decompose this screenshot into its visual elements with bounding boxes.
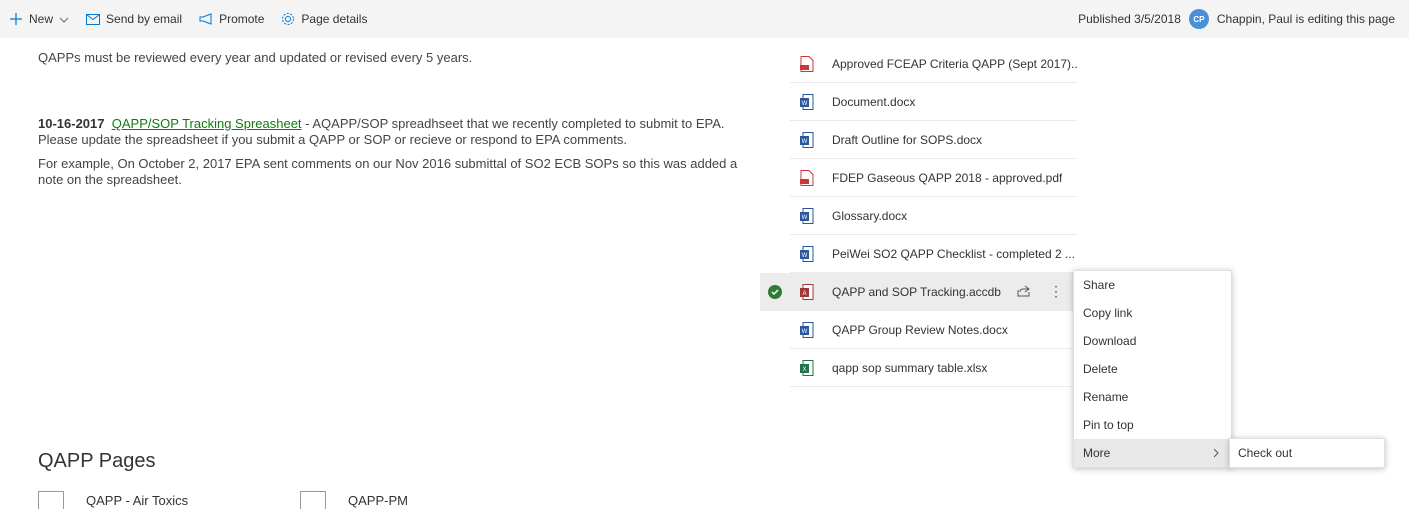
send-by-email-button[interactable]: Send by email <box>85 11 182 27</box>
editing-status: Chappin, Paul is editing this page <box>1216 12 1395 26</box>
example-paragraph: For example, On October 2, 2017 EPA sent… <box>38 156 738 187</box>
new-label: New <box>29 12 54 26</box>
file-row[interactable]: W Draft Outline for SOPS.docx <box>790 121 1077 159</box>
chevron-down-icon <box>59 12 69 26</box>
file-row[interactable]: W Glossary.docx <box>790 197 1077 235</box>
file-row-selected[interactable]: A QAPP and SOP Tracking.accdb ⋮ <box>760 273 1077 311</box>
svg-text:W: W <box>802 253 808 259</box>
svg-text:W: W <box>802 101 808 107</box>
file-name: Glossary.docx <box>832 208 908 223</box>
file-name: Document.docx <box>832 94 916 109</box>
svg-text:X: X <box>802 367 806 373</box>
access-file-icon: A <box>800 283 814 300</box>
word-file-icon: W <box>800 207 814 224</box>
page-link-label: QAPP - Air Toxics <box>86 492 189 508</box>
tracking-link[interactable]: QAPP/SOP Tracking Spreasheet <box>112 116 302 131</box>
menu-item-rename[interactable]: Rename <box>1074 383 1231 411</box>
pdf-file-icon <box>800 55 814 72</box>
avatar[interactable]: CP <box>1188 9 1209 29</box>
page-link-label: QAPP-PM <box>348 492 408 508</box>
file-name: QAPP and SOP Tracking.accdb <box>832 284 1001 299</box>
word-file-icon: W <box>800 245 814 262</box>
page-details-button[interactable]: Page details <box>280 11 367 27</box>
page-icon <box>300 491 326 509</box>
file-name: qapp sop summary table.xlsx <box>832 360 988 375</box>
gear-icon <box>280 11 296 27</box>
more-options-icon[interactable]: ⋮ <box>1049 283 1063 300</box>
file-row[interactable]: Approved FCEAP Criteria QAPP (Sept 2017)… <box>790 45 1077 83</box>
menu-item-copy-link[interactable]: Copy link <box>1074 299 1231 327</box>
context-menu: Share Copy link Download Delete Rename P… <box>1073 270 1232 468</box>
promote-button[interactable]: Promote <box>198 11 264 27</box>
file-name: Approved FCEAP Criteria QAPP (Sept 2017)… <box>832 56 1077 71</box>
excel-file-icon: X <box>800 359 814 376</box>
page-details-label: Page details <box>301 12 368 26</box>
file-name: Draft Outline for SOPS.docx <box>832 132 983 147</box>
send-email-label: Send by email <box>106 12 183 26</box>
menu-item-pin-to-top[interactable]: Pin to top <box>1074 411 1231 439</box>
word-file-icon: W <box>800 93 814 110</box>
page-icon <box>38 491 64 509</box>
command-bar: New Send by email Promote Page details P… <box>0 0 1409 38</box>
mail-icon <box>85 11 101 27</box>
megaphone-icon <box>198 11 214 27</box>
review-paragraph: QAPPs must be reviewed every year and up… <box>38 50 473 65</box>
page-link-pm[interactable]: QAPP-PM <box>300 491 408 509</box>
page-link-air-toxics[interactable]: QAPP - Air Toxics <box>38 491 188 509</box>
plus-icon <box>8 11 24 27</box>
svg-text:A: A <box>802 291 806 297</box>
file-name: QAPP Group Review Notes.docx <box>832 322 1008 337</box>
menu-item-download[interactable]: Download <box>1074 327 1231 355</box>
word-file-icon: W <box>800 131 814 148</box>
tracking-paragraph: 10-16-2017 QAPP/SOP Tracking Spreasheet … <box>38 116 738 148</box>
svg-text:W: W <box>802 329 808 335</box>
new-button[interactable]: New <box>8 11 69 27</box>
menu-item-more-label: More <box>1083 446 1111 460</box>
word-file-icon: W <box>800 321 814 338</box>
submenu-item-check-out[interactable]: Check out <box>1229 438 1385 468</box>
published-status: Published 3/5/2018 <box>1078 12 1181 26</box>
pdf-file-icon <box>800 169 814 186</box>
promote-label: Promote <box>219 12 265 26</box>
file-list: Approved FCEAP Criteria QAPP (Sept 2017)… <box>760 45 1077 387</box>
file-name: FDEP Gaseous QAPP 2018 - approved.pdf <box>832 170 1063 185</box>
file-row[interactable]: W QAPP Group Review Notes.docx <box>790 311 1077 349</box>
checkmark-icon[interactable] <box>768 284 782 299</box>
file-name: PeiWei SO2 QAPP Checklist - completed 2 … <box>832 246 1075 261</box>
menu-item-more[interactable]: More <box>1074 439 1231 467</box>
menu-item-delete[interactable]: Delete <box>1074 355 1231 383</box>
file-row[interactable]: X qapp sop summary table.xlsx <box>790 349 1077 387</box>
file-row[interactable]: W Document.docx <box>790 83 1077 121</box>
share-icon[interactable] <box>1017 284 1031 300</box>
svg-text:W: W <box>802 215 808 221</box>
file-row[interactable]: W PeiWei SO2 QAPP Checklist - completed … <box>790 235 1077 273</box>
svg-text:W: W <box>802 139 808 145</box>
menu-item-share[interactable]: Share <box>1074 271 1231 299</box>
file-row[interactable]: FDEP Gaseous QAPP 2018 - approved.pdf <box>790 159 1077 197</box>
section-title: QAPP Pages <box>38 450 156 472</box>
tracking-date: 10-16-2017 <box>38 116 105 131</box>
chevron-right-icon <box>1213 445 1219 461</box>
